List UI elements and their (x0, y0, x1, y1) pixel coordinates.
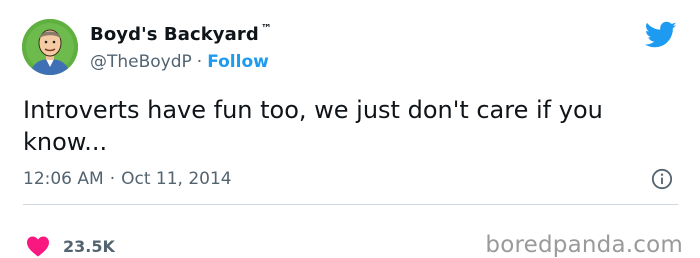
tweet-time: 12:06 AM (23, 169, 104, 189)
tweet-timestamp[interactable]: 12:06 AM · Oct 11, 2014 (23, 166, 232, 192)
author-display-name[interactable]: Boyd's Backyard (90, 24, 259, 45)
trademark-symbol: ™ (260, 21, 272, 35)
author-handle[interactable]: @TheBoydP (90, 52, 192, 72)
tweet-date: Oct 11, 2014 (121, 169, 232, 189)
author-handle-row: @TheBoydP · Follow (90, 50, 269, 74)
avatar-cartoon-portrait (22, 19, 78, 75)
watermark: boredpanda.com (485, 232, 683, 258)
timestamp-separator: · (109, 169, 116, 189)
info-icon[interactable] (651, 168, 673, 190)
handle-separator: · (196, 52, 203, 72)
like-count: 23.5K (63, 236, 115, 256)
author-name-row: Boyd's Backyard ™ (90, 22, 272, 46)
heart-icon (27, 236, 49, 257)
follow-button[interactable]: Follow (207, 52, 269, 72)
twitter-bird-icon[interactable] (645, 21, 677, 49)
tweet-text: Introverts have fun too, we just don't c… (23, 96, 603, 156)
like-button[interactable]: 23.5K (26, 234, 115, 258)
divider (23, 204, 678, 205)
avatar[interactable] (22, 19, 78, 75)
